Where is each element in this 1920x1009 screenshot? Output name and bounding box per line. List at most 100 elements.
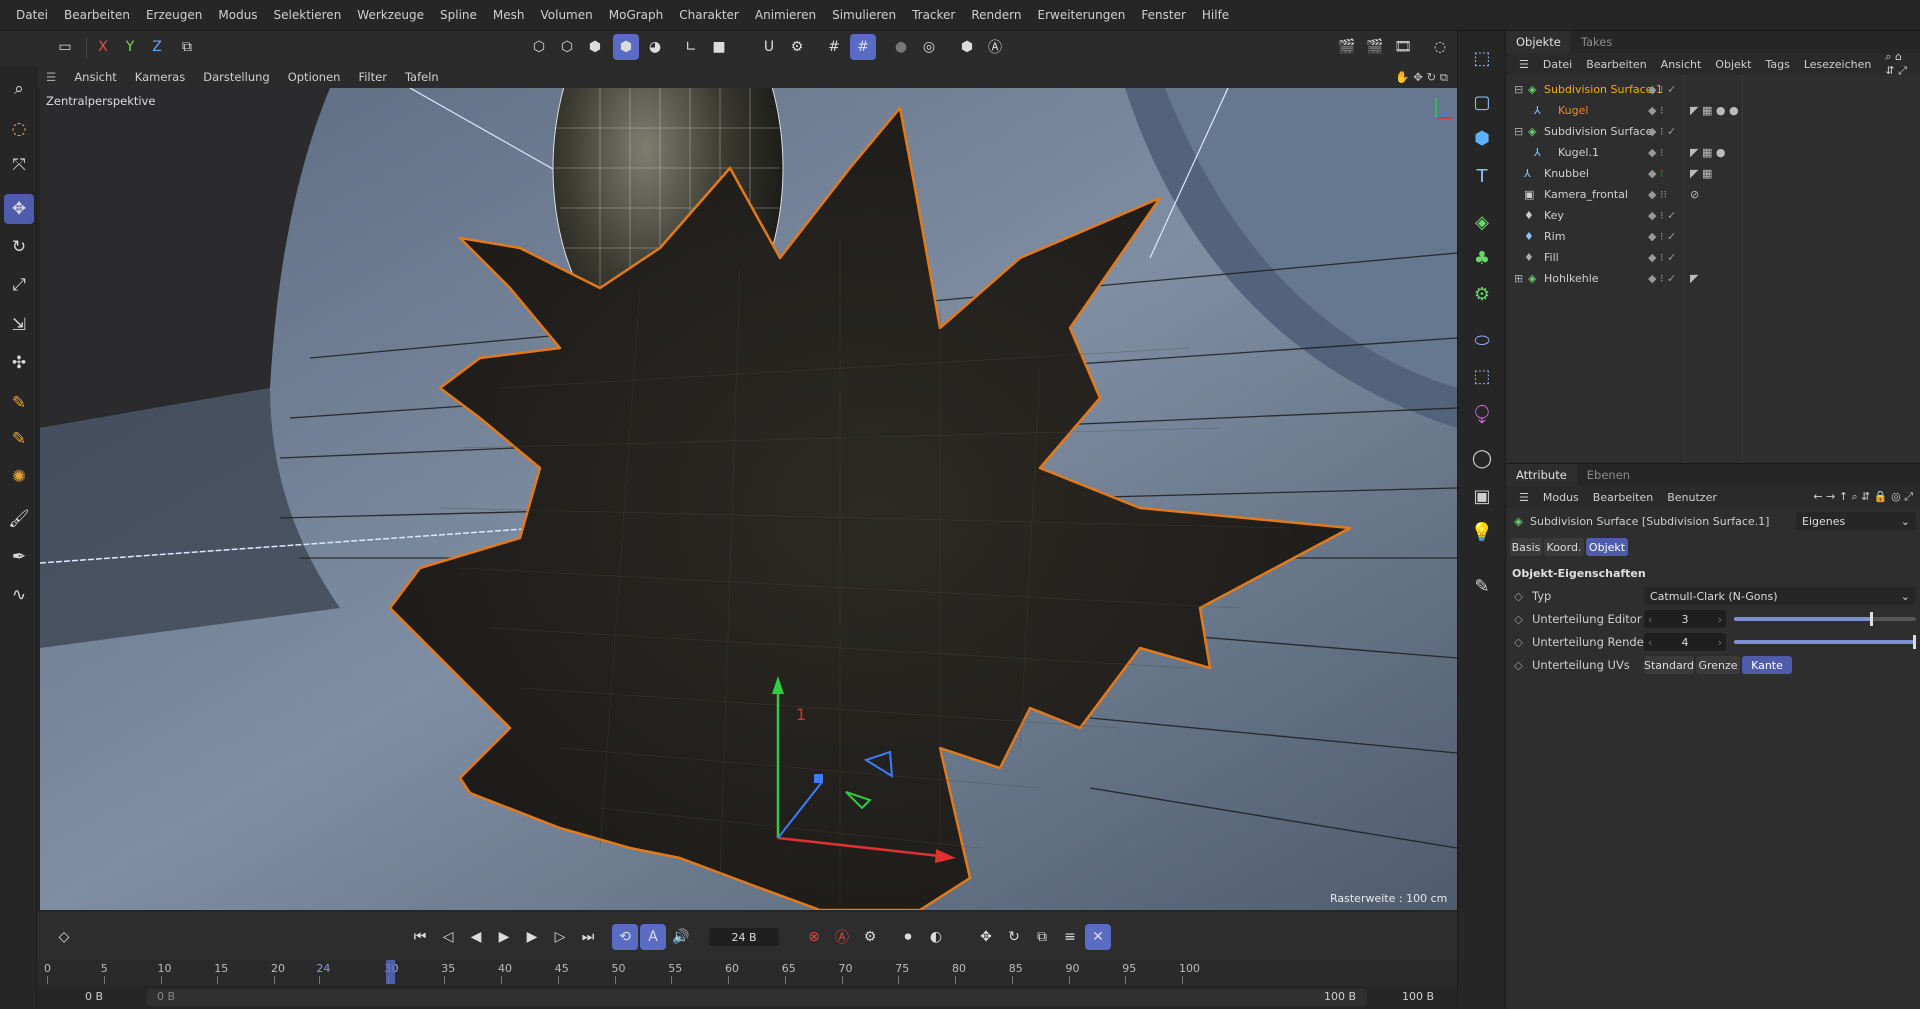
mode-select[interactable]: Eigenes ⌄	[1796, 512, 1916, 530]
menu-spline[interactable]: Spline	[432, 8, 485, 22]
editor-subdivision-field[interactable]: ‹ 3 ›	[1644, 610, 1726, 628]
camera-icon[interactable]: ▣	[1467, 481, 1497, 511]
list-item[interactable]: ♦ Rim ◆ ⁝ ✓	[1506, 226, 1920, 247]
range-end-field[interactable]: 100 B	[1402, 990, 1434, 1003]
renderer-subdivision-slider[interactable]	[1734, 635, 1916, 649]
keyframe-diamond-icon[interactable]: ◇	[1514, 635, 1523, 649]
range-start-field[interactable]: 0 B	[85, 990, 103, 1003]
attributes-hamburger-icon[interactable]: ☰	[1512, 491, 1536, 504]
points-mode-icon[interactable]: ⬡	[526, 34, 552, 60]
keyframe-diamond-icon[interactable]: ◇	[1514, 589, 1523, 603]
edit-pen-icon[interactable]: ✎	[1467, 571, 1497, 601]
render-view-icon[interactable]: 🎬	[1334, 34, 1360, 60]
axis-y-toggle[interactable]: Y	[117, 34, 143, 60]
key-rotation-icon[interactable]: ◐	[923, 924, 949, 950]
axis-z-toggle[interactable]: Z	[144, 34, 170, 60]
menu-bearbeiten[interactable]: Bearbeiten	[56, 8, 138, 22]
tab-basis[interactable]: Basis	[1510, 538, 1542, 556]
menu-simulieren[interactable]: Simulieren	[824, 8, 904, 22]
preview-range-icon[interactable]: A	[640, 924, 666, 950]
list-item[interactable]: ♦ Key ◆ ⁝ ✓	[1506, 205, 1920, 226]
loop-icon[interactable]: ⟲	[612, 924, 638, 950]
next-frame-icon[interactable]: ▶	[519, 924, 545, 950]
render-region-icon[interactable]: ●	[888, 34, 914, 60]
editor-subdivision-slider[interactable]	[1734, 612, 1916, 626]
current-frame-field[interactable]: 24 B	[709, 928, 779, 946]
menu-tracker[interactable]: Tracker	[904, 8, 963, 22]
menu-fenster[interactable]: Fenster	[1133, 8, 1194, 22]
spline-smooth-icon[interactable]: ✎	[4, 424, 34, 454]
paint-tool-icon[interactable]: ✺	[4, 462, 34, 492]
key-position-icon[interactable]: ⏺	[895, 924, 921, 950]
viewport-menu-optionen[interactable]: Optionen	[279, 70, 350, 84]
list-item[interactable]: ⊞ ◈ Hohlkehle ◆ ⁝ ✓ ◤	[1506, 268, 1920, 289]
playhead-marker[interactable]	[386, 960, 395, 984]
viewport-nav-icons[interactable]: ✋ ✥ ↻ ⧉	[1386, 70, 1457, 85]
transfer-tool-icon[interactable]: ⇲	[4, 310, 34, 340]
objects-menu-bearbeiten[interactable]: Bearbeiten	[1579, 58, 1653, 71]
tab-takes[interactable]: Takes	[1571, 31, 1623, 53]
viewport-menu-darstellung[interactable]: Darstellung	[194, 70, 278, 84]
timeline-ruler[interactable]: 0510152024303540455055606570758085909510…	[37, 960, 1494, 986]
prev-frame-icon[interactable]: ◀	[463, 924, 489, 950]
viewport-menu-hamburger-icon[interactable]: ☰	[37, 70, 65, 84]
objects-menu-objekt[interactable]: Objekt	[1708, 58, 1758, 71]
tab-objekt[interactable]: Objekt	[1586, 538, 1628, 556]
grid-icon[interactable]: #	[821, 34, 847, 60]
attributes-nav-icons[interactable]: ← → ↑ ⌕ ⇵ 🔒 ◎ ⤢	[1806, 490, 1920, 504]
list-item[interactable]: ♦ Fill ◆ ⁝ ✓	[1506, 247, 1920, 268]
keyframe-settings-icon[interactable]: ⚙	[857, 924, 883, 950]
objects-menu-ansicht[interactable]: Ansicht	[1654, 58, 1709, 71]
tab-koord[interactable]: Koord.	[1544, 538, 1584, 556]
environment-globe-icon[interactable]: ◯	[1467, 443, 1497, 473]
cloner-icon[interactable]: ♣	[1467, 243, 1497, 273]
edges-mode-icon[interactable]: ⬡	[554, 34, 580, 60]
render-settings-icon[interactable]: ◎	[916, 34, 942, 60]
menu-animieren[interactable]: Animieren	[747, 8, 824, 22]
list-item[interactable]: ⊟ ◈ Subdivision Surface.1 ◆ ⁝ ✓	[1506, 79, 1920, 100]
effector-gear-icon[interactable]: ⚙	[1467, 279, 1497, 309]
keyframe-diamond-icon[interactable]: ◇	[51, 924, 77, 950]
attributes-menu-benutzer[interactable]: Benutzer	[1660, 491, 1724, 504]
uv-option-standard[interactable]: Standard	[1644, 656, 1694, 674]
objects-search-icon[interactable]: ⌕ ⌂ ⇵ ⤢	[1878, 50, 1920, 78]
menu-selektieren[interactable]: Selektieren	[266, 8, 350, 22]
spline-pen-icon[interactable]: ✎	[4, 388, 34, 418]
polygons-mode-icon[interactable]: ⬢	[582, 34, 608, 60]
rotate-tool-icon[interactable]: ↻	[4, 232, 34, 262]
render-picture-viewer-icon[interactable]: 🎬	[1362, 34, 1388, 60]
coordinate-system-icon[interactable]: ⧉	[174, 34, 200, 60]
sound-icon[interactable]: 🔊	[668, 924, 694, 950]
menu-datei[interactable]: Datei	[8, 8, 56, 22]
edit-render-settings-icon[interactable]: 🎞	[1390, 34, 1416, 60]
go-to-start-icon[interactable]: ⏮	[407, 924, 433, 950]
list-item[interactable]: ⅄ Kugel.1 ◆ ⁝ ◤ ▦ ●	[1506, 142, 1920, 163]
axis-x-toggle[interactable]: X	[90, 34, 116, 60]
null-object-icon[interactable]: ▢	[1467, 87, 1497, 117]
list-item[interactable]: ⊟ ◈ Subdivision Surface ◆ ⁝ ✓	[1506, 121, 1920, 142]
tab-attribute[interactable]: Attribute	[1506, 464, 1577, 486]
sculpt-pen-icon[interactable]: ✒	[4, 542, 34, 572]
prev-key-icon[interactable]: ◁	[435, 924, 461, 950]
brush-icon[interactable]: 🖌	[4, 504, 34, 534]
viewport-menu-kameras[interactable]: Kameras	[126, 70, 194, 84]
tab-objekte[interactable]: Objekte	[1506, 31, 1571, 53]
3d-viewport[interactable]: 1	[40, 88, 1457, 910]
menu-charakter[interactable]: Charakter	[671, 8, 747, 22]
menu-erweiterungen[interactable]: Erweiterungen	[1029, 8, 1133, 22]
camera-view-icon[interactable]: ⬚	[1467, 43, 1497, 73]
attributes-menu-modus[interactable]: Modus	[1536, 491, 1586, 504]
polygon-pen-icon[interactable]: ⤧	[4, 150, 34, 180]
preview-end-field[interactable]: 100 B	[1324, 990, 1356, 1003]
record-keys-icon[interactable]: ⊗	[801, 924, 827, 950]
placement-tool-icon[interactable]: ✣	[4, 348, 34, 378]
key-param-icon[interactable]: ↻	[1001, 924, 1027, 950]
text-tool-icon[interactable]: T	[1467, 161, 1497, 191]
attributes-menu-bearbeiten[interactable]: Bearbeiten	[1586, 491, 1660, 504]
settings-gear-icon[interactable]: ⚙	[784, 34, 810, 60]
move-tool-icon[interactable]: ✥	[4, 194, 34, 224]
cube-icon[interactable]: ⬢	[954, 34, 980, 60]
play-icon[interactable]: ▶	[491, 924, 517, 950]
go-to-end-icon[interactable]: ⏭	[575, 924, 601, 950]
cube-primitive-icon[interactable]: ⬢	[1467, 123, 1497, 153]
